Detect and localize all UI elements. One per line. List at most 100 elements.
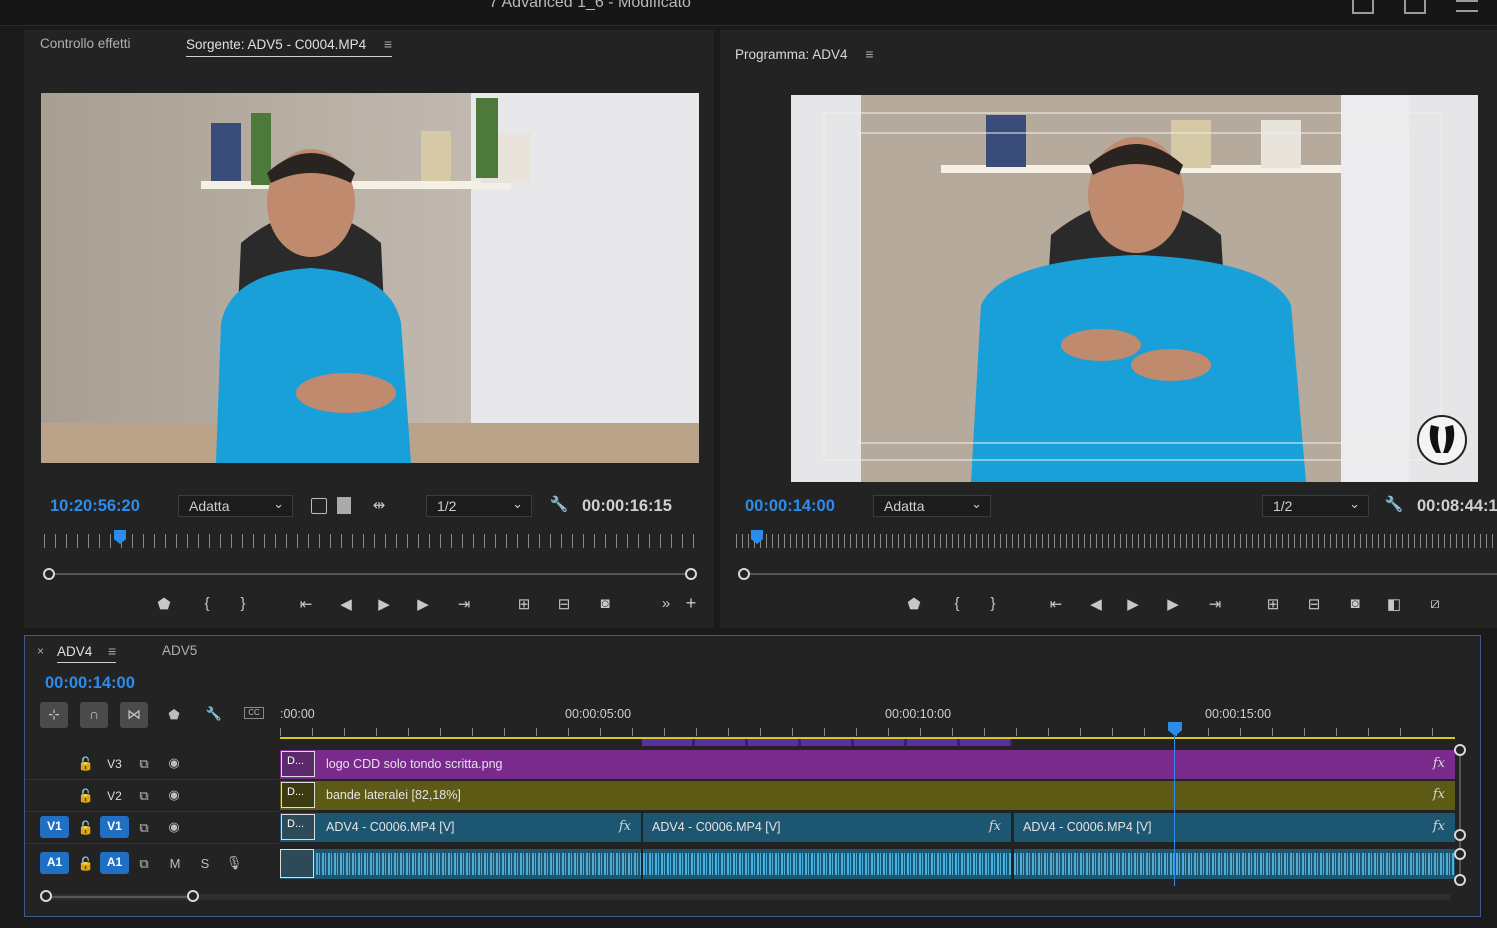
track-label-v3[interactable]: V3 bbox=[100, 754, 129, 776]
lock-icon[interactable]: 🔓 bbox=[77, 856, 95, 872]
fx-badge[interactable]: fx bbox=[1433, 819, 1445, 834]
comparison-view-icon[interactable]: ◧ bbox=[1382, 595, 1406, 613]
timeline-hscroll-track[interactable] bbox=[45, 894, 1451, 900]
add-marker-icon[interactable]: ⬟ bbox=[152, 595, 176, 613]
extract-icon[interactable]: ⊟ bbox=[1302, 595, 1326, 613]
vscroll-bottom-handle[interactable] bbox=[1454, 829, 1466, 841]
sync-lock-icon[interactable]: ⧉ bbox=[135, 756, 153, 772]
tab-adv4[interactable]: ADV4 ≡ bbox=[57, 643, 117, 663]
step-forward-icon[interactable]: ▶ bbox=[411, 595, 435, 613]
sync-lock-icon[interactable]: ⧉ bbox=[135, 856, 153, 872]
source-zoom-right-handle[interactable] bbox=[685, 568, 697, 580]
linked-selection-icon[interactable]: ⋈ bbox=[120, 702, 148, 728]
lock-icon[interactable]: 🔓 bbox=[77, 756, 95, 772]
sync-lock-icon[interactable]: ⧉ bbox=[135, 820, 153, 836]
source-zoom-bar[interactable] bbox=[50, 573, 692, 575]
audio-clip-3[interactable] bbox=[1014, 849, 1455, 879]
clip-v3-logo[interactable]: D... logo CDD solo tondo scritta.png fx bbox=[280, 750, 1455, 779]
timeline-ruler-ticks[interactable] bbox=[280, 728, 1455, 736]
eye-icon[interactable]: ◉ bbox=[165, 787, 183, 803]
clip-v1-1[interactable]: D... ADV4 - C0006.MP4 [V] fx bbox=[280, 813, 641, 842]
panel-menu-icon[interactable]: ≡ bbox=[384, 36, 392, 52]
insert-icon[interactable]: ⊞ bbox=[512, 595, 536, 613]
insert-overlay-icon[interactable] bbox=[311, 498, 327, 514]
timeline-zoom-bar[interactable] bbox=[47, 896, 193, 898]
lift-icon[interactable]: ⊞ bbox=[1261, 595, 1285, 613]
tab-adv5[interactable]: ADV5 bbox=[162, 643, 197, 658]
lock-icon[interactable]: 🔓 bbox=[77, 820, 95, 836]
audio-clip-2[interactable] bbox=[643, 849, 1011, 879]
source-fit-dropdown[interactable]: Adatta ⌄ bbox=[178, 495, 293, 517]
vscroll-top-handle[interactable] bbox=[1454, 744, 1466, 756]
more-controls-icon[interactable]: » bbox=[654, 595, 678, 612]
share-icon[interactable] bbox=[1404, 0, 1426, 14]
source-time-ruler[interactable] bbox=[44, 534, 696, 548]
program-zoom-left-handle[interactable] bbox=[738, 568, 750, 580]
export-frame-icon[interactable]: ◙ bbox=[593, 595, 617, 612]
source-resolution-dropdown[interactable]: 1/2 ⌄ bbox=[426, 495, 532, 517]
audio-vscroll-bottom-handle[interactable] bbox=[1454, 874, 1466, 886]
proxy-toggle-icon[interactable]: ⧄ bbox=[1423, 595, 1447, 612]
program-resolution-dropdown[interactable]: 1/2 ⌄ bbox=[1262, 495, 1369, 517]
step-forward-icon[interactable]: ▶ bbox=[1161, 595, 1185, 613]
workspace-icon[interactable] bbox=[1352, 0, 1374, 14]
mark-out-icon[interactable]: } bbox=[231, 595, 255, 612]
timeline-timecode[interactable]: 00:00:14:00 bbox=[45, 674, 135, 693]
go-to-out-icon[interactable]: ⇥ bbox=[452, 595, 476, 613]
go-to-in-icon[interactable]: ⇤ bbox=[294, 595, 318, 613]
overwrite-icon[interactable]: ⊟ bbox=[552, 595, 576, 613]
go-to-in-icon[interactable]: ⇤ bbox=[1044, 595, 1068, 613]
timeline-zoom-right-handle[interactable] bbox=[187, 890, 199, 902]
button-editor-icon[interactable]: + bbox=[679, 593, 703, 614]
go-to-out-icon[interactable]: ⇥ bbox=[1203, 595, 1227, 613]
nest-toggle-icon[interactable]: ⊹ bbox=[40, 702, 68, 728]
eye-icon[interactable]: ◉ bbox=[165, 755, 183, 771]
track-label-a1[interactable]: A1 bbox=[100, 852, 129, 874]
captions-icon[interactable]: CC bbox=[244, 707, 264, 719]
audio-vscroll-top-handle[interactable] bbox=[1454, 848, 1466, 860]
menu-lines-icon[interactable] bbox=[1456, 0, 1478, 12]
program-zoom-bar[interactable] bbox=[750, 573, 1497, 575]
wrench-icon[interactable]: 🔧 bbox=[1382, 495, 1406, 513]
audio-clip-1[interactable] bbox=[280, 849, 641, 879]
eye-icon[interactable]: ◉ bbox=[165, 819, 183, 835]
lock-icon[interactable]: 🔓 bbox=[77, 788, 95, 804]
tab-source[interactable]: Sorgente: ADV5 - C0004.MP4 ≡ bbox=[186, 36, 393, 57]
export-frame-icon[interactable]: ◙ bbox=[1343, 595, 1367, 612]
timeline-zoom-left-handle[interactable] bbox=[40, 890, 52, 902]
add-marker-icon[interactable]: ⬟ bbox=[165, 707, 183, 723]
clip-v1-3[interactable]: ADV4 - C0006.MP4 [V] fx bbox=[1014, 813, 1455, 842]
wrench-icon[interactable]: 🔧 bbox=[547, 495, 571, 513]
clip-v2-bands[interactable]: D... bande lateralei [82,18%] fx bbox=[280, 781, 1455, 810]
step-back-icon[interactable]: ◀ bbox=[334, 595, 358, 613]
program-timecode[interactable]: 00:00:14:00 bbox=[745, 497, 835, 516]
source-patch-v1[interactable]: V1 bbox=[40, 816, 69, 838]
program-title[interactable]: Programma: ADV4 ≡ bbox=[735, 46, 873, 62]
mark-out-icon[interactable]: } bbox=[981, 595, 1005, 612]
drag-audio-video-icon[interactable]: ⇹ bbox=[367, 496, 391, 514]
clip-v1-2[interactable]: ADV4 - C0006.MP4 [V] fx bbox=[643, 813, 1011, 842]
source-zoom-left-handle[interactable] bbox=[43, 568, 55, 580]
program-fit-dropdown[interactable]: Adatta ⌄ bbox=[873, 495, 991, 517]
program-time-ruler[interactable] bbox=[736, 534, 1497, 548]
microphone-icon[interactable]: 🎙 bbox=[225, 855, 243, 871]
close-tab-icon[interactable]: × bbox=[37, 644, 44, 658]
add-marker-icon[interactable]: ⬟ bbox=[902, 595, 926, 613]
source-timecode[interactable]: 10:20:56:20 bbox=[50, 497, 140, 516]
step-back-icon[interactable]: ◀ bbox=[1084, 595, 1108, 613]
track-label-v2[interactable]: V2 bbox=[100, 786, 129, 808]
panel-menu-icon[interactable]: ≡ bbox=[108, 643, 116, 659]
clip-icon[interactable] bbox=[337, 497, 351, 514]
panel-menu-icon[interactable]: ≡ bbox=[865, 46, 873, 62]
solo-button[interactable]: S bbox=[196, 856, 214, 871]
source-patch-a1[interactable]: A1 bbox=[40, 852, 69, 874]
mark-in-icon[interactable]: { bbox=[945, 595, 969, 612]
fx-badge[interactable]: fx bbox=[989, 819, 1001, 834]
tab-effect-controls[interactable]: Controllo effetti bbox=[40, 36, 131, 51]
play-icon[interactable]: ▶ bbox=[372, 595, 396, 613]
fx-badge[interactable]: fx bbox=[1433, 756, 1445, 771]
mark-in-icon[interactable]: { bbox=[195, 595, 219, 612]
track-label-v1[interactable]: V1 bbox=[100, 816, 129, 838]
play-icon[interactable]: ▶ bbox=[1121, 595, 1145, 613]
mute-button[interactable]: M bbox=[166, 856, 184, 871]
